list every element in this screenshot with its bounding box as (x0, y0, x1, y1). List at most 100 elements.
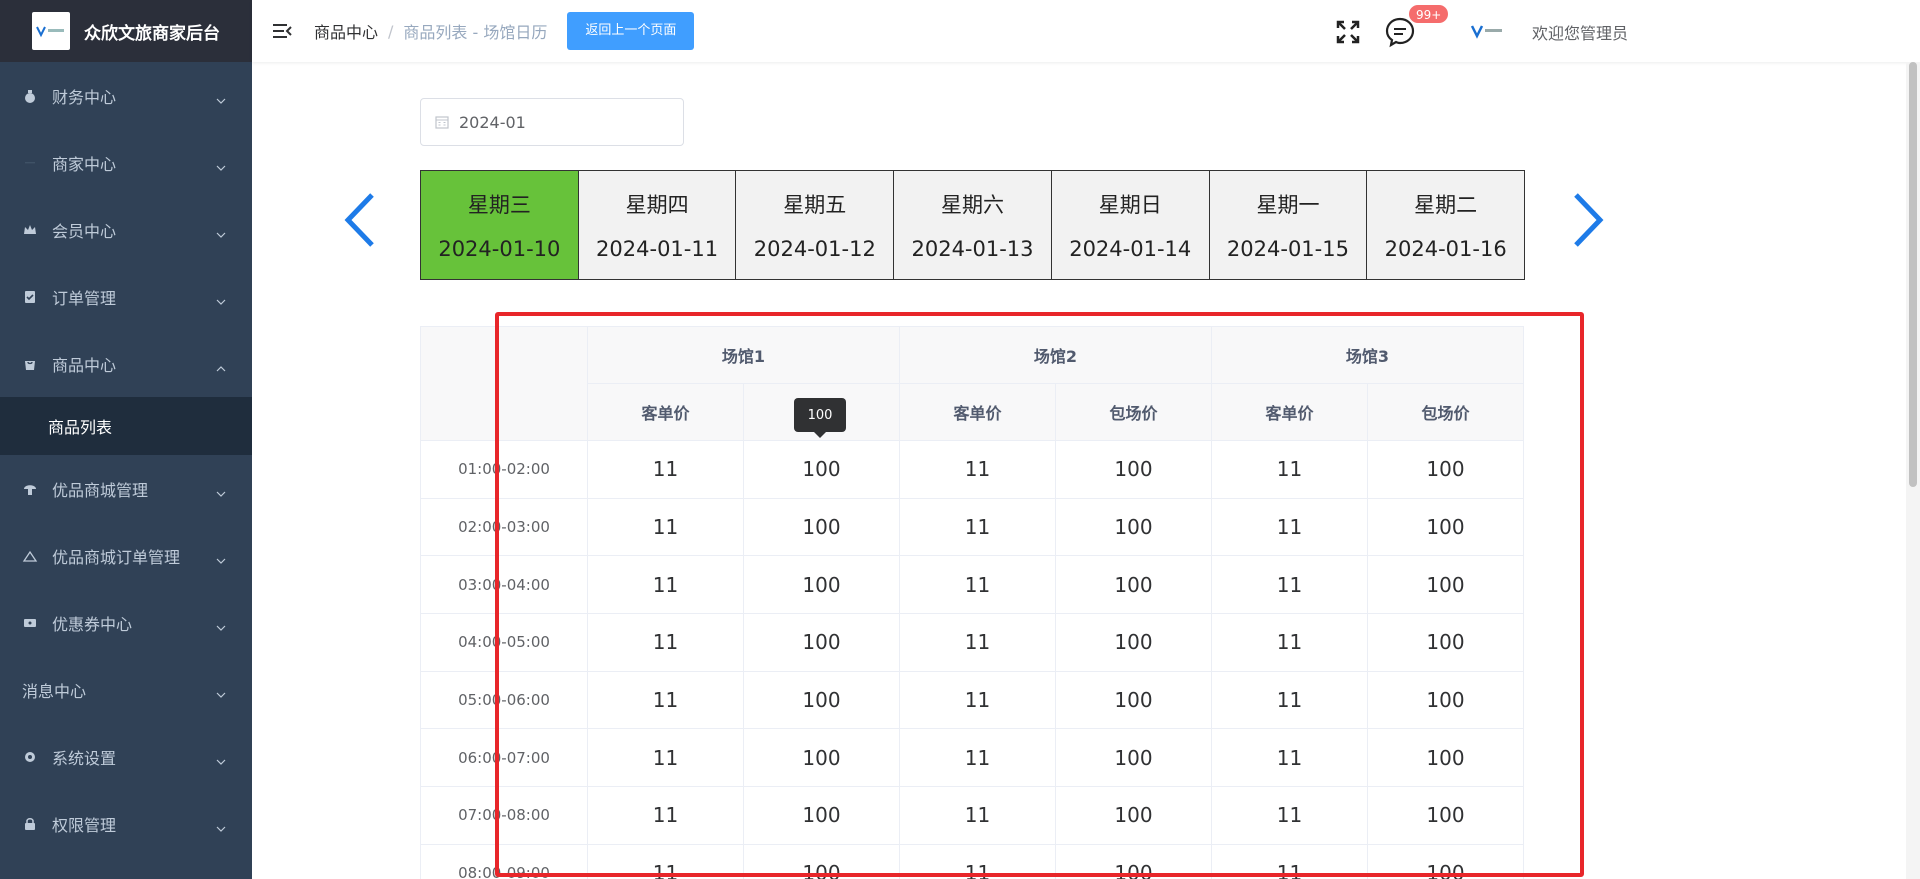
sidebar-item[interactable]: 优品商城管理 (0, 455, 252, 522)
sidebar-item-label: 权限管理 (52, 815, 117, 835)
booking-price-cell[interactable]: 100 (1367, 555, 1524, 615)
unit-price-cell[interactable]: 11 (587, 497, 744, 557)
day-tab[interactable]: 星期四 2024-01-11 (578, 171, 737, 279)
sidebar-item[interactable]: 消息中心 (0, 656, 252, 723)
booking-price-cell[interactable]: 100 (1367, 843, 1524, 879)
sidebar-item[interactable]: 商家中心 (0, 129, 252, 196)
booking-price-cell[interactable]: 100 (743, 440, 900, 499)
day-tab[interactable]: 星期三 2024-01-10 (421, 171, 579, 279)
sidebar-item[interactable]: 财务中心 (0, 62, 252, 129)
sidebar-item-label: 商品中心 (52, 355, 117, 375)
sidebar-item[interactable]: 优品商城订单管理 (0, 522, 252, 589)
unit-price-cell[interactable]: 11 (899, 555, 1056, 615)
day-tab[interactable]: 星期一 2024-01-15 (1209, 171, 1368, 279)
booking-price-cell[interactable]: 100 (1367, 670, 1524, 730)
prev-week-icon[interactable] (340, 190, 380, 250)
scrollbar-thumb[interactable] (1909, 62, 1917, 487)
day-tab[interactable]: 星期六 2024-01-13 (894, 171, 1052, 279)
unit-price-cell[interactable]: 11 (899, 440, 1056, 499)
unit-price-cell[interactable]: 11 (1211, 555, 1368, 615)
booking-price-cell[interactable]: 100 (1367, 440, 1524, 499)
back-button[interactable]: 返回上一个页面 (567, 12, 695, 50)
breadcrumb-root[interactable]: 商品中心 (314, 19, 378, 43)
sidebar-subitem-product-list[interactable]: 商品列表 (0, 397, 252, 455)
booking-price-cell[interactable]: 100 (1055, 670, 1212, 730)
scrollbar[interactable] (1906, 62, 1920, 879)
booking-price-cell[interactable]: 100 (1367, 728, 1524, 788)
unit-price-cell[interactable]: 11 (899, 613, 1056, 672)
venue-header: 场馆1 (587, 326, 900, 384)
unit-price-cell[interactable]: 11 (587, 670, 744, 730)
day-weekday: 星期一 (1256, 193, 1320, 217)
booking-price-cell[interactable]: 100 (1055, 440, 1212, 499)
unit-price-cell[interactable]: 11 (899, 728, 1056, 788)
unit-price-cell[interactable]: 11 (1211, 440, 1368, 499)
sidebar-item[interactable]: 会员中心 (0, 196, 252, 263)
brand-title: 众欣文旅商家后台 (84, 23, 220, 44)
unit-price-cell[interactable]: 11 (587, 728, 744, 788)
sidebar-item[interactable]: 系统设置 (0, 723, 252, 790)
booking-price-cell[interactable]: 100 (1055, 728, 1212, 788)
unit-price-cell[interactable]: 11 (587, 440, 744, 499)
booking-price-cell[interactable]: 100 (1367, 497, 1524, 557)
booking-price-cell[interactable]: 100 (743, 613, 900, 672)
unit-price-cell[interactable]: 11 (1211, 786, 1368, 845)
unit-price-cell[interactable]: 11 (587, 555, 744, 615)
chevron-down-icon (216, 484, 226, 497)
unit-price-cell[interactable]: 11 (899, 497, 1056, 557)
sidebar-item-label: 优惠券中心 (52, 614, 133, 634)
avatar[interactable] (1470, 22, 1504, 40)
message-badge: 99+ (1408, 4, 1450, 24)
booking-price-cell[interactable]: 100 (743, 728, 900, 788)
time-slot: 03:00-04:00 (420, 555, 588, 615)
unit-price-cell[interactable]: 11 (899, 786, 1056, 845)
unit-price-cell[interactable]: 11 (587, 843, 744, 879)
sidebar-item[interactable]: 商品中心 (0, 330, 252, 397)
welcome-text[interactable]: 欢迎您管理员 (1532, 20, 1628, 44)
chevron-down-icon (216, 551, 226, 564)
booking-price-cell[interactable]: 100 (1055, 497, 1212, 557)
unit-price-cell[interactable]: 11 (1211, 613, 1368, 672)
sidebar-item[interactable]: 优惠券中心 (0, 589, 252, 656)
unit-price-header: 客单价 (899, 383, 1056, 441)
fullscreen-icon[interactable] (1336, 20, 1360, 44)
booking-price-cell[interactable]: 100 (743, 670, 900, 730)
unit-price-cell[interactable]: 11 (1211, 670, 1368, 730)
sidebar-item-label: 优品商城订单管理 (52, 547, 181, 567)
hamburger-icon[interactable] (270, 19, 294, 43)
unit-price-cell[interactable]: 11 (899, 843, 1056, 879)
day-date: 2024-01-12 (753, 237, 876, 261)
day-weekday: 星期日 (1098, 193, 1162, 217)
unit-price-cell[interactable]: 11 (1211, 728, 1368, 788)
booking-price-cell[interactable]: 100 (743, 497, 900, 557)
time-slot: 01:00-02:00 (420, 440, 588, 499)
table-row: 07:00-08:00 11 100 11 100 11 100 (420, 786, 1524, 845)
sidebar: 众欣文旅商家后台 财务中心 商家中心 会员中心 订单管理商品中心商品列表 优品商城管理优… (0, 0, 252, 879)
clipboard-check-icon (22, 289, 38, 305)
month-picker[interactable]: 2024-01 (420, 98, 684, 146)
booking-price-cell[interactable]: 100 (743, 843, 900, 879)
unit-price-cell[interactable]: 11 (1211, 843, 1368, 879)
unit-price-cell[interactable]: 11 (899, 670, 1056, 730)
week-selector: 星期三 2024-01-10 星期四 2024-01-11 星期五 2024-01-12 星… (420, 170, 1525, 280)
time-slot: 05:00-06:00 (420, 670, 588, 730)
unit-price-cell[interactable]: 11 (587, 786, 744, 845)
unit-price-cell[interactable]: 11 (587, 613, 744, 672)
day-tab[interactable]: 星期五 2024-01-12 (736, 171, 895, 279)
booking-price-cell[interactable]: 100 (1055, 613, 1212, 672)
booking-price-cell[interactable]: 100 (743, 786, 900, 845)
day-tab[interactable]: 星期日 2024-01-14 (1051, 171, 1210, 279)
sidebar-item[interactable]: 订单管理 (0, 263, 252, 330)
sidebar-item[interactable]: 权限管理 (0, 790, 252, 857)
booking-price-cell[interactable]: 100 (1367, 786, 1524, 845)
unit-price-cell[interactable]: 11 (1211, 497, 1368, 557)
day-tab[interactable]: 星期二 2024-01-16 (1367, 171, 1525, 279)
day-weekday: 星期六 (941, 193, 1005, 217)
booking-price-cell[interactable]: 100 (1055, 786, 1212, 845)
next-week-icon[interactable] (1568, 190, 1608, 250)
booking-price-cell[interactable]: 100 (1055, 555, 1212, 615)
booking-price-cell[interactable]: 100 (1367, 613, 1524, 672)
booking-price-cell[interactable]: 100 (1055, 843, 1212, 879)
price-tooltip: 100 (794, 398, 846, 438)
booking-price-cell[interactable]: 100 (743, 555, 900, 615)
